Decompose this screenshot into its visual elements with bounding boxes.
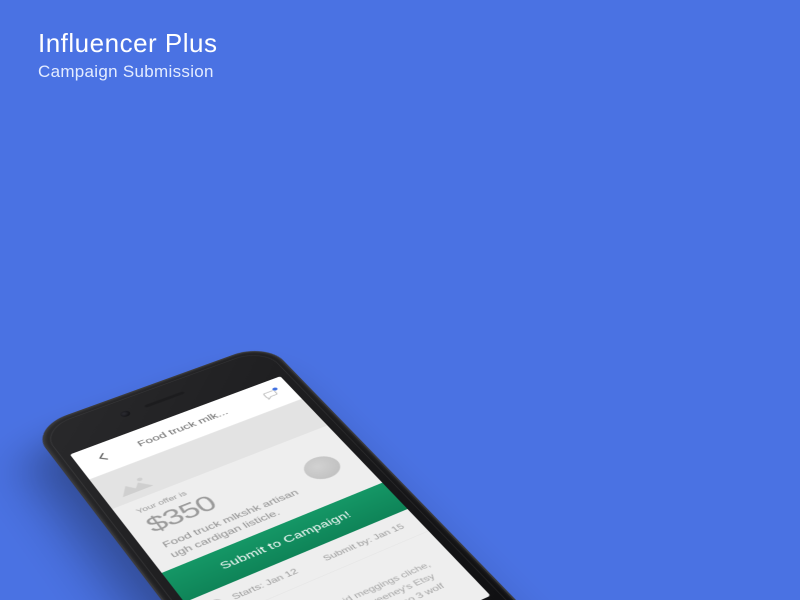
app-screen: Food truck mlk... Your offer (70, 376, 491, 600)
phone-camera (119, 410, 132, 418)
page-subtitle: Campaign Submission (38, 62, 214, 82)
phone-speaker (143, 390, 187, 408)
phone-device-frame: Food truck mlk... Your offer (30, 343, 550, 600)
clock-icon (206, 596, 229, 600)
page-title: Influencer Plus (38, 28, 217, 59)
